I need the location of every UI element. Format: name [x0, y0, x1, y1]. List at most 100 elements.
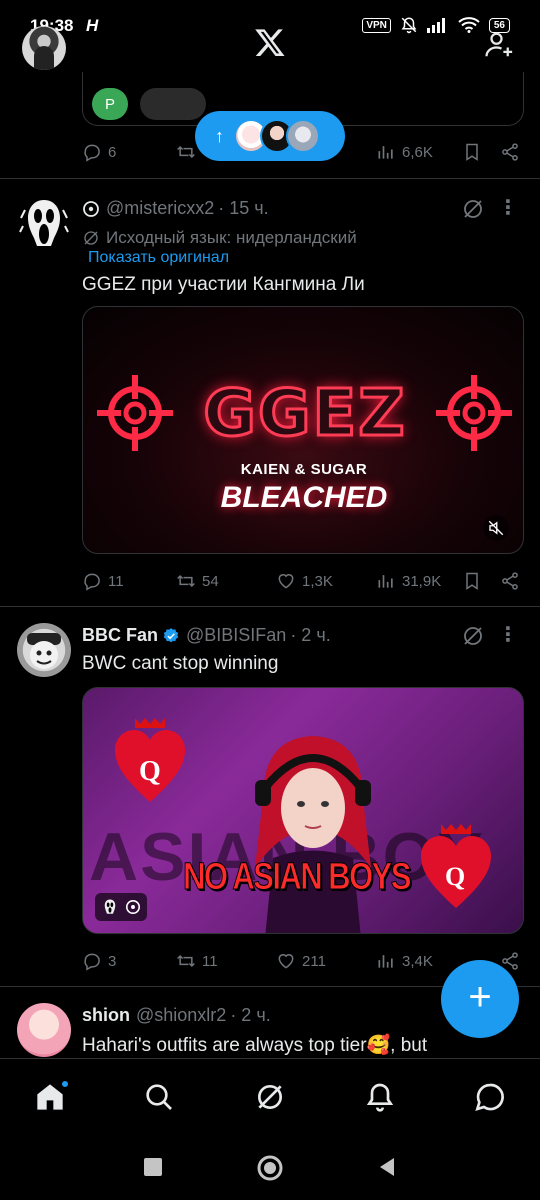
image-overlay-text: NO ASIAN BOYS — [183, 856, 412, 899]
reply-button[interactable]: 6 — [82, 142, 116, 162]
tweet-handle[interactable]: @mistericxx2 — [106, 198, 214, 219]
grok-icon — [258, 1085, 282, 1109]
reply-count: 11 — [108, 572, 124, 590]
tweet-text: BWC cant stop winning — [82, 653, 279, 674]
like-button[interactable]: 1,3K — [276, 571, 333, 591]
tweet-time: · 2 ч. — [290, 625, 331, 645]
share-button[interactable] — [500, 142, 520, 162]
tweet-handle[interactable]: @shionxlr2 — [136, 1005, 226, 1026]
new-posts-pill[interactable]: ↑ — [195, 111, 345, 161]
divider — [0, 606, 540, 607]
bookmark-button[interactable] — [462, 142, 482, 162]
tweet-author-name[interactable]: BBC Fan — [82, 625, 158, 646]
handle-badge-icon — [125, 899, 141, 915]
plus-icon: + — [468, 975, 492, 1019]
nav-home[interactable] — [34, 1079, 70, 1113]
reply-count: 3 — [108, 952, 117, 970]
repost-button[interactable] — [176, 142, 196, 162]
grok-icon[interactable] — [461, 197, 485, 221]
notifications-icon — [366, 1083, 394, 1112]
repost-button[interactable]: 54 — [176, 571, 219, 591]
verified-badge-icon — [163, 627, 179, 642]
reply-icon — [84, 144, 100, 162]
repost-button[interactable]: 11 — [176, 951, 218, 971]
tweet-actions: 11 54 1,3K 31,9K — [82, 569, 522, 593]
views-button[interactable]: 31,9K — [376, 571, 441, 591]
views-icon — [378, 575, 393, 588]
video-subtitle-amp: & — [294, 461, 306, 478]
heart-icon — [278, 574, 294, 589]
home-circle-icon[interactable] — [256, 1154, 284, 1182]
repost-icon — [177, 145, 195, 159]
tweet-header: @mistericxx2 · 15 ч. — [82, 198, 269, 219]
avatar[interactable] — [17, 1003, 71, 1057]
media-tag-badge[interactable] — [95, 893, 147, 921]
arrow-up-icon: ↑ — [215, 125, 224, 146]
bookmark-icon — [466, 572, 478, 590]
back-icon[interactable] — [376, 1156, 398, 1178]
tweet-handle[interactable]: @BIBISIFan — [186, 625, 286, 646]
nav-messages[interactable] — [474, 1081, 506, 1113]
avatar[interactable] — [17, 623, 71, 677]
messages-icon — [475, 1083, 504, 1111]
repost-count: 11 — [202, 952, 218, 970]
more-options-icon[interactable]: ⋮ — [498, 623, 518, 647]
ghostface-mask-icon — [19, 200, 69, 246]
tweet-time: · 2 ч. — [230, 1005, 271, 1025]
like-count: 1,3K — [302, 572, 333, 590]
reply-button[interactable]: 3 — [82, 951, 116, 971]
heart-icon — [278, 954, 294, 969]
system-nav-bar — [0, 1136, 540, 1200]
views-button[interactable]: 3,4K — [376, 951, 433, 971]
views-button[interactable]: 6,6K — [376, 142, 433, 162]
crosshair-icon — [436, 375, 512, 451]
streamer-figure — [255, 736, 371, 933]
mute-video-icon[interactable] — [483, 515, 509, 541]
tweet-video[interactable]: GGEZ KAIEN & SUGAR BLEACHED — [82, 306, 524, 554]
video-subtitle-left: KAIEN — [240, 461, 290, 478]
tweet-header: BBC Fan @BIBISIFan · 2 ч. — [82, 625, 331, 646]
reply-icon — [84, 573, 100, 591]
x-logo-icon[interactable] — [254, 26, 286, 58]
translation-text: Исходный язык: нидерландский — [106, 228, 357, 247]
share-button[interactable] — [500, 571, 520, 591]
tweet-author-name[interactable]: shion — [82, 1005, 130, 1026]
top-header — [0, 14, 540, 74]
poll-chip[interactable]: P — [92, 88, 128, 120]
translation-note: Исходный язык: нидерландский — [82, 228, 357, 248]
video-subtitle-right: SUGAR — [310, 461, 368, 478]
nav-notifications[interactable] — [364, 1081, 396, 1113]
video-tagline: BLEACHED — [220, 481, 388, 514]
views-count: 3,4K — [402, 952, 433, 970]
tweet-image[interactable]: ASIAN BOY Q Q NO ASIAN BOYS — [82, 687, 524, 934]
bottom-nav — [0, 1058, 540, 1136]
grok-icon[interactable] — [461, 624, 485, 648]
like-button[interactable]: 211 — [276, 951, 326, 971]
avatar[interactable] — [17, 196, 71, 250]
new-posts-avatars — [234, 119, 320, 153]
like-count: 211 — [302, 952, 326, 970]
poll-chip-secondary[interactable] — [140, 88, 206, 120]
card-letter: Q — [139, 756, 161, 787]
reply-icon — [84, 953, 100, 971]
nav-search[interactable] — [143, 1081, 175, 1113]
show-original-link[interactable]: Показать оригинал — [88, 249, 229, 267]
handle-badge-icon — [83, 200, 99, 217]
add-user-icon[interactable] — [484, 30, 514, 60]
tweet-text: GGEZ при участии Кангмина Ли — [82, 274, 365, 295]
bookmark-button[interactable] — [462, 571, 482, 591]
nav-grok[interactable] — [254, 1081, 286, 1113]
card-letter: Q — [445, 862, 466, 891]
video-title: GGEZ — [202, 376, 407, 453]
compose-button[interactable]: + — [441, 960, 519, 1038]
share-icon — [502, 572, 518, 590]
views-icon — [378, 146, 393, 159]
tweet-time: · 15 ч. — [218, 198, 269, 218]
share-icon — [502, 143, 518, 161]
profile-avatar[interactable] — [22, 26, 66, 70]
avatar-face-icon — [27, 633, 61, 669]
more-options-icon[interactable]: ⋮ — [498, 196, 518, 220]
ghostface-mini-icon — [104, 899, 116, 914]
recents-icon[interactable] — [142, 1156, 164, 1178]
reply-button[interactable]: 11 — [82, 571, 124, 591]
